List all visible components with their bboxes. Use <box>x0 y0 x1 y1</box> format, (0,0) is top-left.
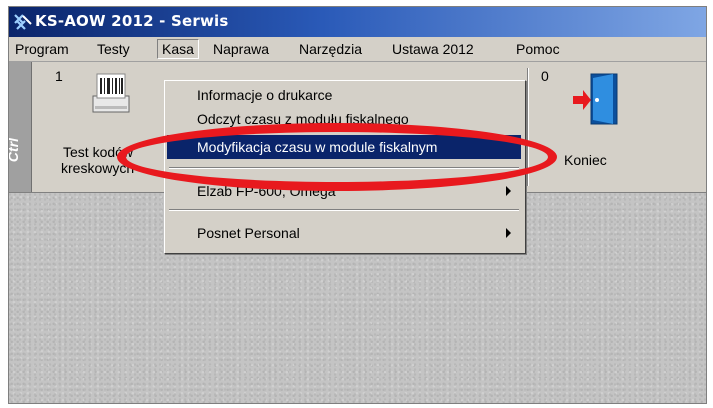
kasa-dropdown-menu: Informacje o drukarce Odczyt czasu z mod… <box>164 80 526 254</box>
menu-separator <box>169 167 519 169</box>
app-icon <box>14 14 32 30</box>
app-window: KS-AOW 2012 - Serwis Program Testy Kasa … <box>8 6 707 404</box>
window-title: KS-AOW 2012 - Serwis <box>35 12 229 30</box>
title-bar[interactable]: KS-AOW 2012 - Serwis <box>9 7 706 37</box>
menu-narzedzia[interactable]: Narzędzia <box>299 41 362 57</box>
menu-testy[interactable]: Testy <box>97 41 130 57</box>
menu-ustawa-2012[interactable]: Ustawa 2012 <box>392 41 474 57</box>
submenu-arrow-icon <box>506 186 511 196</box>
barcode-test-label-1: Test kodów <box>63 144 134 160</box>
menu-bar: Program Testy Kasa Naprawa Narzędzia Ust… <box>9 37 706 62</box>
ctrl-label: Ctrl <box>8 137 22 163</box>
exit-label: Koniec <box>564 152 607 168</box>
menu-naprawa[interactable]: Naprawa <box>213 41 269 57</box>
menu-item-read-fiscal-time-label: Odczyt czasu z modułu fiskalnego <box>197 111 409 127</box>
menu-item-read-fiscal-time[interactable]: Odczyt czasu z modułu fiskalnego <box>167 107 521 131</box>
menu-item-posnet[interactable]: Posnet Personal <box>167 221 521 245</box>
barcode-test-label-2: kreskowych <box>61 160 135 176</box>
toolbar-separator <box>527 68 529 186</box>
menu-kasa[interactable]: Kasa <box>157 39 199 59</box>
menu-item-posnet-label: Posnet Personal <box>197 225 300 241</box>
barcode-test-button[interactable]: 1 Test kodów kreskowych <box>33 62 163 192</box>
barcode-test-hotkey: 1 <box>55 68 63 84</box>
exit-button[interactable]: 0 Koniec <box>531 62 651 192</box>
barcode-printer-icon <box>92 73 130 113</box>
menu-item-printer-info[interactable]: Informacje o drukarce <box>167 83 521 107</box>
menu-item-modify-fiscal-time-label: Modyfikacja czasu w module fiskalnym <box>197 139 438 155</box>
ctrl-strip: Ctrl <box>9 62 32 192</box>
submenu-arrow-icon <box>506 228 511 238</box>
menu-item-printer-info-label: Informacje o drukarce <box>197 87 333 103</box>
menu-pomoc[interactable]: Pomoc <box>516 41 560 57</box>
menu-item-elzab-label: Elzab FP-600, Omega <box>197 183 336 199</box>
menu-program[interactable]: Program <box>15 41 69 57</box>
exit-door-icon <box>573 73 618 125</box>
menu-item-modify-fiscal-time[interactable]: Modyfikacja czasu w module fiskalnym <box>167 135 521 159</box>
exit-hotkey: 0 <box>541 68 549 84</box>
menu-item-elzab[interactable]: Elzab FP-600, Omega <box>167 179 521 203</box>
menu-separator <box>169 209 519 211</box>
